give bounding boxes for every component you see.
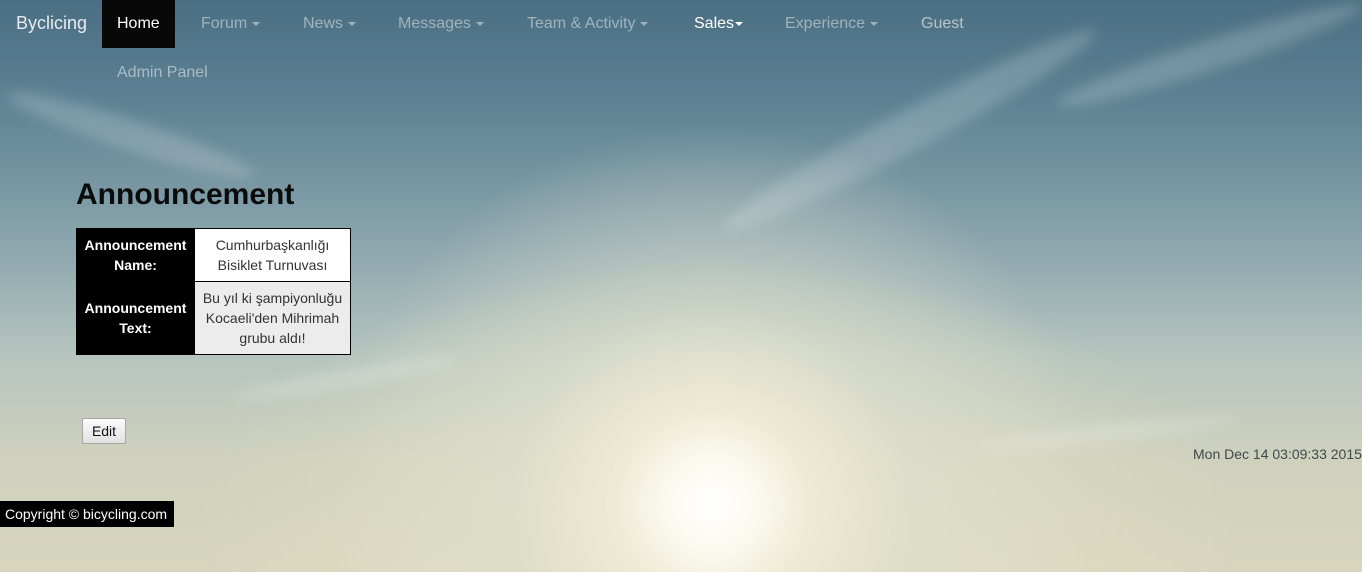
nav-messages-label: Messages: [398, 15, 471, 32]
nav-team-activity[interactable]: Team & Activity: [527, 0, 649, 48]
copyright-footer: Copyright © bicycling.com: [0, 501, 174, 527]
nav-forum-label: Forum: [201, 15, 248, 32]
nav-home[interactable]: Home: [102, 0, 175, 48]
nav-news-label: News: [303, 15, 344, 32]
nav-experience[interactable]: Experience: [785, 0, 879, 48]
nav-home-label: Home: [117, 15, 160, 32]
page-title: Announcement: [76, 178, 295, 211]
chevron-down-icon: [640, 21, 649, 26]
nav-guest-label: Guest: [921, 15, 964, 32]
nav-messages[interactable]: Messages: [398, 0, 484, 48]
chevron-down-icon: [348, 21, 357, 26]
nav-guest[interactable]: Guest: [921, 0, 964, 48]
edit-button[interactable]: Edit: [82, 418, 126, 444]
chevron-down-icon: [870, 21, 879, 26]
nav-sales-label: Sales: [694, 15, 735, 32]
announcement-text-value: Bu yıl ki şampiyonluğu Kocaeli'den Mihri…: [194, 281, 351, 355]
nav-forum[interactable]: Forum: [201, 0, 261, 48]
announcement-name-header: Announcement Name:: [76, 228, 195, 282]
table-row: Announcement Name: Cumhurbaşkanlığı Bisi…: [76, 228, 351, 282]
chevron-down-icon: [252, 21, 261, 26]
announcement-text-header: Announcement Text:: [76, 281, 195, 355]
table-row: Announcement Text: Bu yıl ki şampiyonluğ…: [76, 281, 351, 355]
chevron-down-icon: [735, 21, 744, 26]
nav-sales[interactable]: Sales: [694, 0, 744, 48]
nav-news[interactable]: News: [303, 0, 357, 48]
nav-admin-panel[interactable]: Admin Panel: [117, 64, 208, 82]
chevron-down-icon: [475, 21, 484, 26]
announcement-name-value: Cumhurbaşkanlığı Bisiklet Turnuvası: [194, 228, 351, 282]
nav-experience-label: Experience: [785, 15, 866, 32]
top-navbar: Byclicing Home Forum News Messages Team …: [0, 0, 1362, 98]
brand-logo[interactable]: Byclicing: [16, 13, 87, 34]
nav-team-activity-label: Team & Activity: [527, 15, 636, 32]
datetime-display: Mon Dec 14 03:09:33 2015: [1193, 446, 1362, 462]
announcement-table: Announcement Name: Cumhurbaşkanlığı Bisi…: [76, 228, 351, 355]
